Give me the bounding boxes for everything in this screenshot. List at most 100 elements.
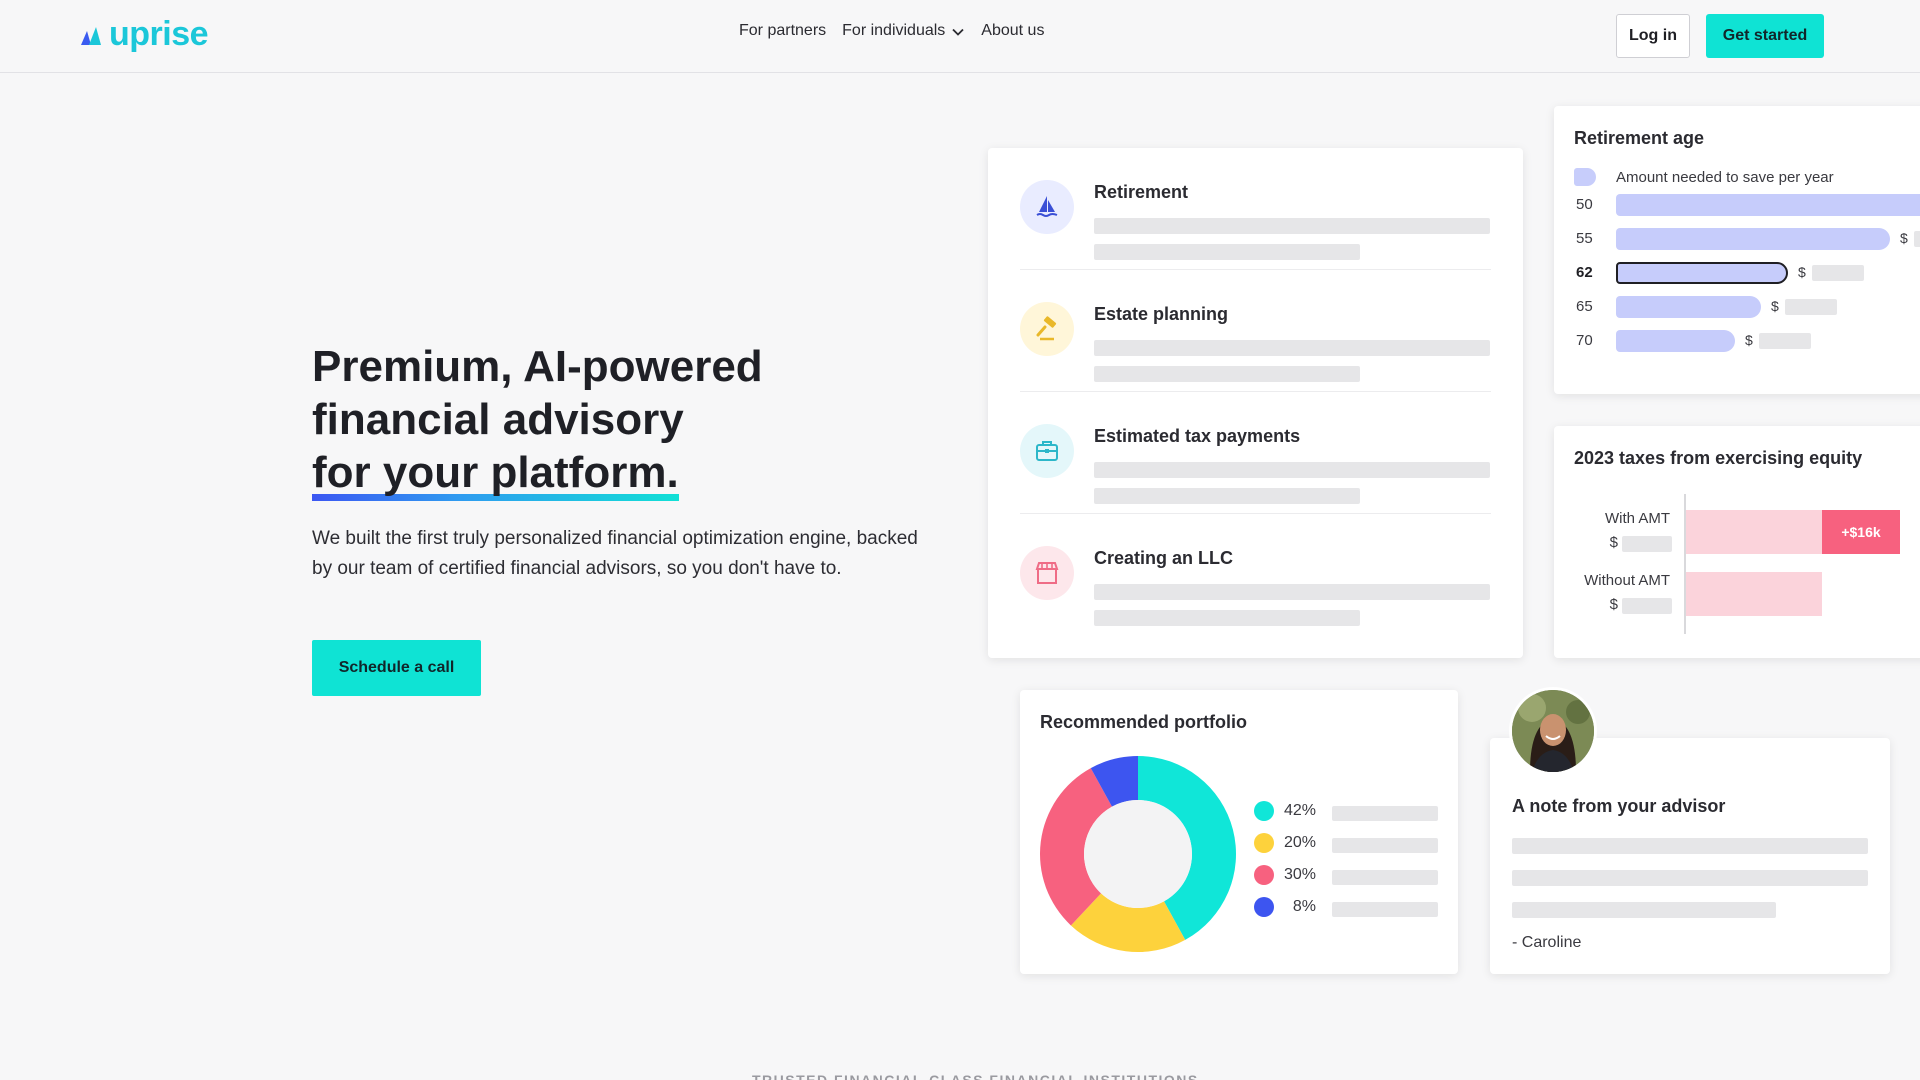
log-in-button[interactable]: Log in [1616,14,1690,58]
placeholder-line [1332,902,1438,917]
legend-dot [1254,833,1274,853]
retirement-age-label: 65 [1576,298,1593,315]
placeholder-line [1094,610,1360,626]
legend-percent: 8% [1292,898,1316,915]
retirement-age-bar[interactable] [1616,194,1920,216]
goals-card: Retirement Estate planning Estimated tax… [988,148,1523,658]
without-amt-bar [1686,572,1822,616]
placeholder-value [1759,333,1811,349]
retirement-age-row: 62 $ [1554,260,1920,286]
goal-label: Estate planning [1094,304,1229,324]
goal-label: Retirement [1094,182,1189,202]
placeholder-line [1332,870,1438,885]
goal-label: Estimated tax payments [1094,426,1301,446]
amt-difference-badge: +$16k [1822,510,1900,554]
legend-swatch [1574,168,1596,186]
placeholder-line [1332,806,1438,821]
portfolio-title: Recommended portfolio [1040,712,1248,732]
retirement-age-label: 50 [1576,196,1593,213]
nav-label: For partners [739,22,827,39]
dollar-sign: $ [1745,332,1753,348]
portfolio-legend-item: 20% [1254,832,1444,854]
nav-for-partners[interactable]: For partners [739,22,826,40]
placeholder-line [1512,870,1868,886]
retirement-age-legend: Amount needed to save per year [1574,168,1834,186]
hero-title-line-1: Premium, AI-powered [312,342,763,391]
equity-taxes-card: 2023 taxes from exercising equity With A… [1554,426,1920,658]
placeholder-value [1622,536,1672,552]
portfolio-donut-chart [1040,756,1236,952]
placeholder-line [1512,902,1776,918]
placeholder-line [1094,366,1360,382]
retirement-age-row: 55 $ [1554,226,1920,252]
placeholder-value [1622,598,1672,614]
hero-subtitle: We built the first truly personalized fi… [312,528,918,579]
dollar-sign: $ [1771,298,1779,314]
dollar-sign: $ [1798,264,1806,280]
uprise-logo[interactable]: uprise [79,14,209,54]
placeholder-line [1332,838,1438,853]
legend-dot [1254,865,1274,885]
placeholder-value [1914,231,1920,247]
legend-dot [1254,801,1274,821]
retirement-age-row: 70 $ [1554,328,1920,354]
schedule-a-call-button[interactable]: Schedule a call [312,640,481,696]
goal-item-estimated-tax-payments[interactable]: Estimated tax payments [988,392,1523,514]
portfolio-legend-item: 30% [1254,864,1444,886]
hero-title-line-3: for your platform. [312,446,679,501]
nav-about-us[interactable]: About us [981,22,1044,40]
retirement-age-bar[interactable] [1616,296,1761,318]
dollar-sign: $ [1900,230,1908,246]
placeholder-line [1094,340,1490,356]
legend-percent: 30% [1283,866,1316,883]
goal-item-estate-planning[interactable]: Estate planning [988,270,1523,392]
donut-center [1084,800,1192,908]
with-amt-label: With AMT [1604,510,1670,527]
placeholder-line [1094,584,1490,600]
placeholder-line [1094,244,1360,260]
storefront-icon [1020,546,1074,600]
trusted-by-caption: TRUSTED FINANCIAL-CLASS FINANCIAL INSTIT… [752,1072,1199,1080]
hero-title-line-2: financial advisory [312,395,684,444]
uprise-logo-mark-icon [81,27,101,45]
portfolio-legend-item: 42% [1254,800,1444,822]
logo-text: uprise [109,14,209,53]
retirement-age-title: Retirement age [1574,128,1705,148]
retirement-age-label: 55 [1576,230,1593,247]
portfolio-legend-item: 8% [1254,896,1444,918]
nav-label: About us [981,22,1045,39]
retirement-age-card: Retirement age Amount needed to save per… [1554,106,1920,394]
get-started-button[interactable]: Get started [1706,14,1824,58]
placeholder-line [1094,218,1490,234]
with-amt-bar [1686,510,1822,554]
retirement-age-label: 62 [1576,264,1593,281]
nav-for-individuals[interactable]: For individuals [842,22,965,40]
chevron-down-icon [952,28,964,36]
hero-title: Premium, AI-powered financial advisory f… [312,340,932,501]
goal-item-retirement[interactable]: Retirement [988,148,1523,270]
main-nav: For partners For individuals About us [739,22,1044,40]
placeholder-value [1785,299,1837,315]
site-header: uprise For partners For individuals Abou… [0,0,1920,73]
recommended-portfolio-card: Recommended portfolio 42% 20% 30% 8% [1020,690,1458,974]
retirement-age-bar[interactable] [1616,228,1890,250]
goal-label: Creating an LLC [1094,548,1234,568]
without-amt-label: Without AMT [1584,572,1670,589]
retirement-age-bar[interactable] [1616,330,1735,352]
placeholder-line [1094,462,1490,478]
dollar-sign: $ [1609,596,1618,613]
gavel-icon [1020,302,1074,356]
placeholder-line [1512,838,1868,854]
nav-label: For individuals [842,22,946,39]
retirement-age-row: 65 $ [1554,294,1920,320]
legend-label: Amount needed to save per year [1616,168,1834,186]
retirement-age-bar[interactable] [1616,262,1788,284]
advisor-note-card: A note from your advisor - Caroline [1490,738,1890,974]
dollar-sign: $ [1609,534,1618,551]
retirement-age-row: 50 [1554,192,1920,218]
placeholder-line [1094,488,1360,504]
briefcase-icon [1020,424,1074,478]
goal-item-creating-an-llc[interactable]: Creating an LLC [988,514,1523,636]
equity-taxes-title: 2023 taxes from exercising equity [1574,448,1863,468]
retirement-age-label: 70 [1576,332,1593,349]
